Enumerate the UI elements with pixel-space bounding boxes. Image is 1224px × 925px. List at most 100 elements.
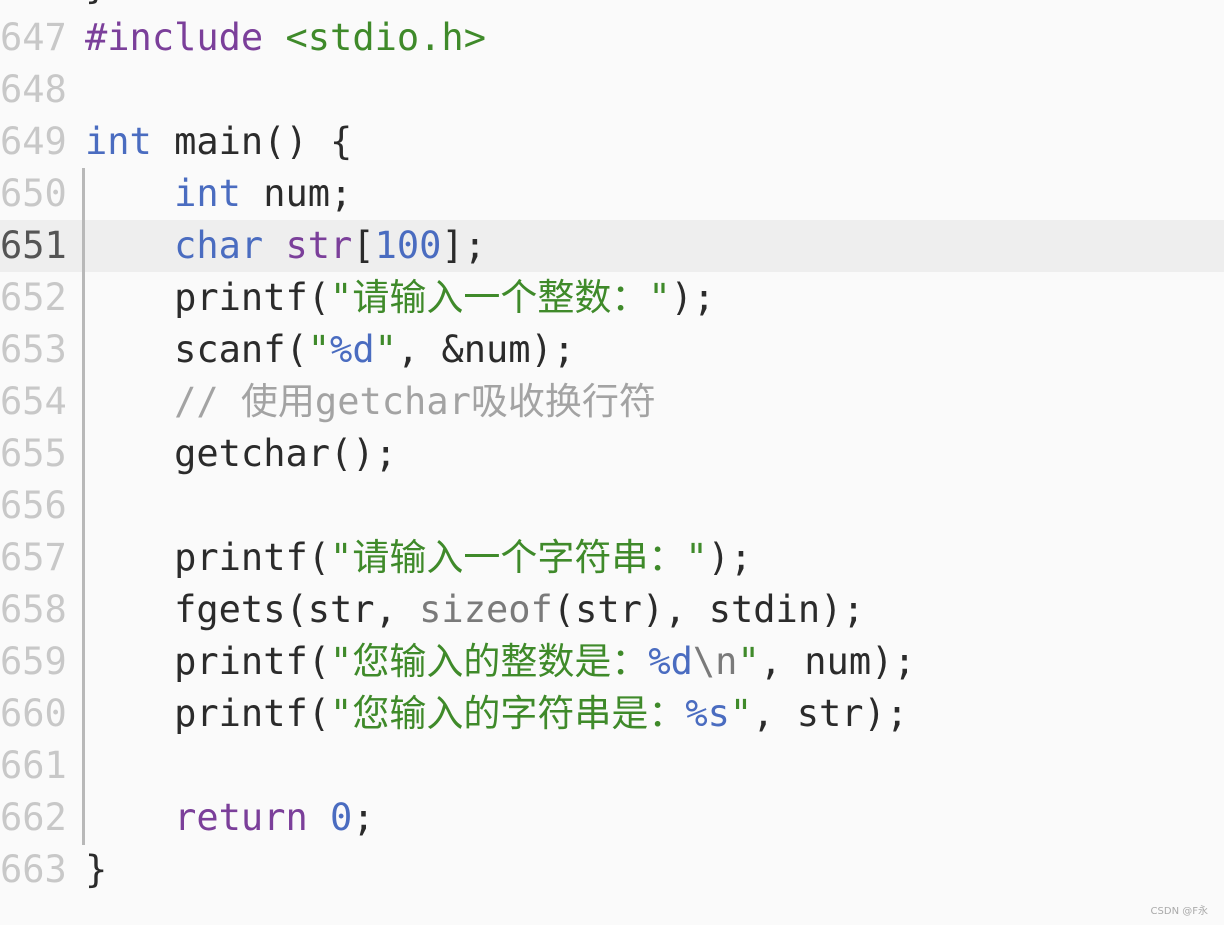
code-token: ); [670, 276, 716, 319]
code-token: char [174, 224, 264, 267]
line-number: 647 [0, 16, 67, 59]
line-number: 655 [0, 432, 67, 475]
line-number: 651 [0, 224, 67, 267]
code-text: printf("您输入的字符串是：%s", str); [85, 688, 908, 740]
code-line[interactable]: 648 [0, 64, 1224, 116]
code-token: #include [85, 16, 264, 59]
code-token: "请输入一个整数：" [330, 276, 671, 319]
line-number: 656 [0, 484, 67, 527]
code-token: %s [685, 692, 730, 735]
indent-guide [82, 168, 85, 845]
code-line[interactable]: 650 int num; [0, 168, 1224, 220]
code-text: int num; [85, 168, 352, 220]
line-number: 658 [0, 588, 67, 631]
line-number: 659 [0, 640, 67, 683]
code-text: fgets(str, sizeof(str), stdin); [85, 584, 865, 636]
code-token: num; [240, 172, 353, 215]
code-token: ]; [441, 224, 486, 267]
code-line[interactable]: 652 printf("请输入一个整数："); [0, 272, 1224, 324]
code-token: int [174, 172, 241, 215]
code-line[interactable]: 654 // 使用getchar吸收换行符 [0, 376, 1224, 428]
code-line[interactable]: 663} [0, 844, 1224, 896]
line-number: 652 [0, 276, 67, 319]
code-line[interactable]: 655 getchar(); [0, 428, 1224, 480]
line-number: 663 [0, 848, 67, 891]
code-text: printf("请输入一个整数："); [85, 272, 715, 324]
code-text: } [85, 844, 107, 896]
code-token: " [737, 640, 760, 683]
line-number: 650 [0, 172, 67, 215]
code-line[interactable]: 653 scanf("%d", &num); [0, 324, 1224, 376]
code-text: char str[100]; [85, 220, 486, 272]
code-token: printf( [85, 276, 331, 319]
code-line[interactable]: 651 char str[100]; [0, 220, 1224, 272]
line-number: 661 [0, 744, 67, 787]
code-text: return 0; [85, 792, 375, 844]
code-token: " [307, 328, 331, 371]
code-text: int main() { [85, 116, 352, 168]
line-number: 662 [0, 796, 67, 839]
code-token: <stdio.h> [285, 16, 486, 59]
code-token: printf( [85, 692, 331, 735]
code-token: 0 [330, 796, 353, 839]
code-token: scanf( [85, 328, 308, 371]
code-token: "您输入的字符串是： [330, 692, 686, 735]
code-token: , num); [759, 640, 916, 683]
code-token: " [729, 692, 753, 735]
code-token: getchar(); [85, 432, 397, 475]
code-token: sizeof [419, 588, 553, 631]
code-token: } [85, 0, 107, 7]
code-text: #include <stdio.h> [85, 12, 486, 64]
code-token: "您输入的整数是： [330, 640, 649, 683]
code-line[interactable]: 656 [0, 480, 1224, 532]
code-token: fgets(str, [85, 588, 420, 631]
code-text: getchar(); [85, 428, 397, 480]
code-token: printf( [85, 640, 331, 683]
code-line[interactable]: 647 #include <stdio.h> [0, 12, 1224, 64]
code-token: , str); [752, 692, 909, 735]
code-line[interactable]: 661 [0, 740, 1224, 792]
code-line[interactable]: 658 fgets(str, sizeof(str), stdin); [0, 584, 1224, 636]
line-number: 654 [0, 380, 67, 423]
line-number: 648 [0, 68, 67, 111]
code-token: "请输入一个字符串：" [330, 536, 708, 579]
code-token: %d [330, 328, 375, 371]
code-token: main() { [151, 120, 353, 163]
line-number: 660 [0, 692, 67, 735]
code-token: 100 [374, 224, 442, 267]
line-number: 649 [0, 120, 67, 163]
code-line[interactable]: 649 int main() { [0, 116, 1224, 168]
watermark: CSDN @F永 [1150, 906, 1208, 917]
code-line[interactable]: 659 printf("您输入的整数是：%d\n", num); [0, 636, 1224, 688]
code-token: [ [352, 224, 375, 267]
code-token: \n [692, 640, 738, 683]
code-token: printf( [85, 536, 331, 579]
code-token: (str), stdin); [552, 588, 865, 631]
line-number: 653 [0, 328, 67, 371]
code-token: // 使用getchar吸收换行符 [174, 380, 656, 423]
code-line[interactable]: 660 printf("您输入的字符串是：%s", str); [0, 688, 1224, 740]
code-text: // 使用getchar吸收换行符 [85, 376, 656, 428]
line-number: 657 [0, 536, 67, 579]
code-text: scanf("%d", &num); [85, 324, 575, 376]
code-token: , &num); [396, 328, 576, 371]
code-token: %d [648, 640, 693, 683]
code-line[interactable]: } [0, 0, 1224, 12]
code-token: " [374, 328, 397, 371]
code-token: ); [707, 536, 753, 579]
code-text: printf("您输入的整数是：%d\n", num); [85, 636, 916, 688]
code-token: return [174, 796, 308, 839]
code-token: ; [352, 796, 375, 839]
code-token: } [85, 848, 108, 891]
code-text: } [85, 0, 107, 12]
code-text: printf("请输入一个字符串："); [85, 532, 752, 584]
code-line[interactable]: 662 return 0; [0, 792, 1224, 844]
code-line[interactable]: 657 printf("请输入一个字符串："); [0, 532, 1224, 584]
